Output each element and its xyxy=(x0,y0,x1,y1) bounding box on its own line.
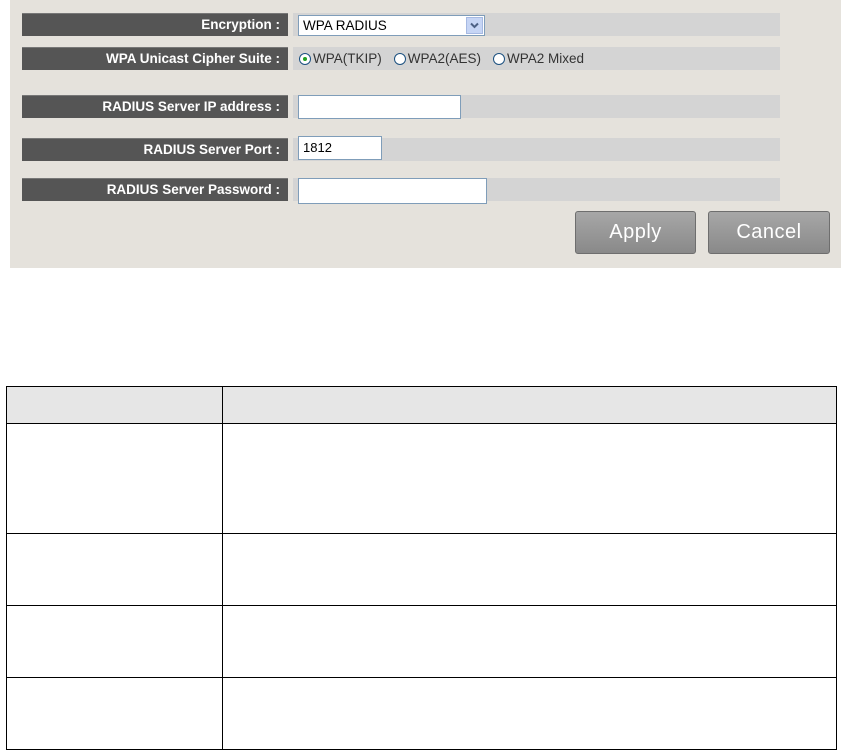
table-cell xyxy=(6,423,223,534)
radius-password-input[interactable] xyxy=(298,178,487,204)
chevron-down-icon[interactable] xyxy=(466,17,483,34)
encryption-select-value: WPA RADIUS xyxy=(303,18,387,33)
radio-button-icon[interactable] xyxy=(299,52,311,65)
table-cell xyxy=(6,533,223,606)
encryption-select[interactable]: WPA RADIUS xyxy=(298,15,485,36)
table-row xyxy=(6,605,837,678)
apply-button[interactable]: Apply xyxy=(575,211,696,254)
table-header-cell xyxy=(6,386,223,424)
table-header-row xyxy=(6,386,837,424)
cipher-suite-field-cell: WPA(TKIP) WPA2(AES) WPA2 Mixed xyxy=(293,47,780,70)
cipher-suite-radio-group: WPA(TKIP) WPA2(AES) WPA2 Mixed xyxy=(299,47,596,70)
table-cell xyxy=(222,533,837,606)
radius-password-row: RADIUS Server Password : xyxy=(22,178,780,204)
table-row xyxy=(6,677,837,750)
radio-option-wpa2-aes[interactable]: WPA2(AES) xyxy=(393,51,482,66)
encryption-label: Encryption : xyxy=(22,13,288,36)
radio-label-wpa2-aes: WPA2(AES) xyxy=(407,51,482,66)
wireless-security-panel: Encryption : WPA RADIUS WPA Unicast Ciph… xyxy=(10,0,841,268)
cipher-suite-label: WPA Unicast Cipher Suite : xyxy=(22,47,288,70)
radius-password-field-cell xyxy=(293,178,780,204)
cipher-suite-row: WPA Unicast Cipher Suite : WPA(TKIP) WPA… xyxy=(22,47,780,70)
table-header-cell xyxy=(222,386,837,424)
radio-label-wpa-tkip: WPA(TKIP) xyxy=(313,51,382,66)
cancel-button[interactable]: Cancel xyxy=(708,211,830,254)
radius-port-input[interactable]: 1812 xyxy=(298,136,382,160)
radius-password-label: RADIUS Server Password : xyxy=(22,178,288,201)
table-cell xyxy=(222,605,837,678)
description-table xyxy=(6,386,837,750)
radio-label-wpa2-mixed: WPA2 Mixed xyxy=(507,51,585,66)
radius-port-label: RADIUS Server Port : xyxy=(22,138,288,161)
radio-option-wpa-tkip[interactable]: WPA(TKIP) xyxy=(299,51,382,66)
radius-ip-input[interactable] xyxy=(298,95,461,119)
encryption-field-cell: WPA RADIUS xyxy=(293,13,780,36)
radio-option-wpa2-mixed[interactable]: WPA2 Mixed xyxy=(493,51,584,66)
radius-ip-row: RADIUS Server IP address : xyxy=(22,95,780,119)
radio-button-icon[interactable] xyxy=(493,52,506,65)
radius-port-row: RADIUS Server Port : 1812 xyxy=(22,136,780,161)
table-cell xyxy=(222,677,837,750)
radius-ip-label: RADIUS Server IP address : xyxy=(22,95,288,118)
table-cell xyxy=(222,423,837,534)
radius-port-field-cell: 1812 xyxy=(293,136,780,161)
radio-button-icon[interactable] xyxy=(393,52,406,65)
radius-ip-field-cell xyxy=(293,95,780,119)
table-cell xyxy=(6,677,223,750)
table-row xyxy=(6,423,837,534)
table-cell xyxy=(6,605,223,678)
encryption-row: Encryption : WPA RADIUS xyxy=(22,13,780,36)
table-row xyxy=(6,533,837,606)
